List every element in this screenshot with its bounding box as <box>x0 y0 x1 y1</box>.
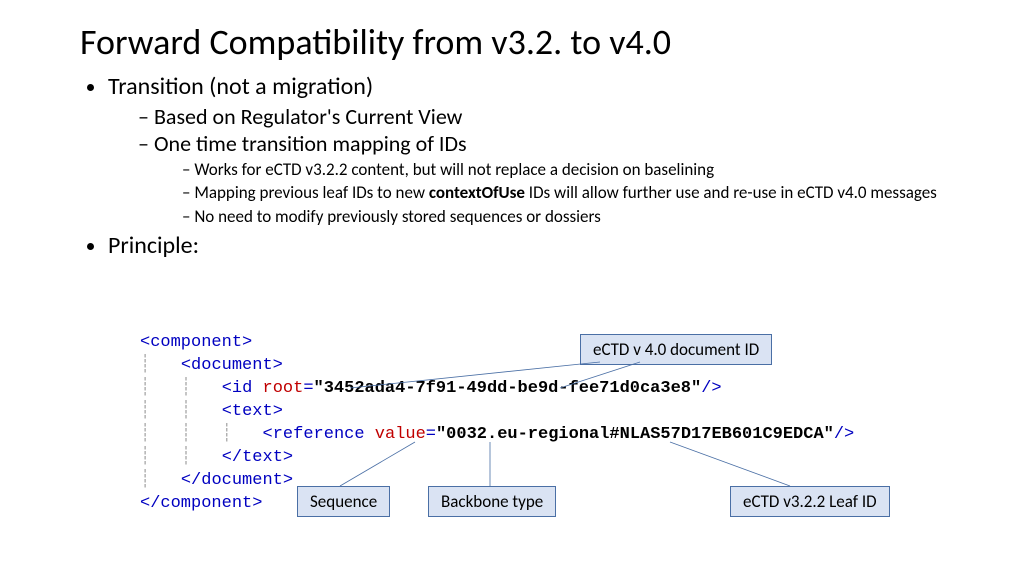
callout-sequence: Sequence <box>297 486 390 517</box>
callout-doc-id: eCTD v 4.0 document ID <box>580 334 772 365</box>
xml-text-open: <text> <box>222 402 283 421</box>
xml-reference-attr: value <box>365 425 426 444</box>
bullet-regulator-view: Based on Regulator's Current View <box>138 103 964 130</box>
xml-id-attr: root <box>252 379 303 398</box>
xml-id-value: "3452ada4-7f91-49dd-be9d-fee71d0ca3e8" <box>314 379 702 398</box>
xml-reference-tag: <reference <box>263 425 365 444</box>
bullet-list: Transition (not a migration) Based on Re… <box>80 72 964 260</box>
callout-leaf-id: eCTD v3.2.2 Leaf ID <box>730 486 890 517</box>
bullet-no-need-modify: No need to modify previously stored sequ… <box>182 206 964 227</box>
xml-document-close: </document> <box>181 471 293 490</box>
callout-backbone: Backbone type <box>428 486 556 517</box>
xml-id-tag: <id <box>222 379 253 398</box>
bullet-principle: Principle: <box>108 231 964 260</box>
xml-ref-val-backbone: eu-regional <box>497 425 609 444</box>
bullet-one-time-mapping: One time transition mapping of IDs Works… <box>138 130 964 227</box>
bullet-transition: Transition (not a migration) Based on Re… <box>108 72 964 227</box>
xml-component-open: <component> <box>140 333 252 352</box>
bullet-works-for: Works for eCTD v3.2.2 content, but will … <box>182 159 964 180</box>
bullet-mapping-ids: Mapping previous leaf IDs to new context… <box>182 182 964 203</box>
xml-document-open: <document> <box>181 356 283 375</box>
xml-component-close: </component> <box>140 494 262 513</box>
xml-ref-val-seq: "0032. <box>436 425 497 444</box>
slide-title: Forward Compatibility from v3.2. to v4.0 <box>80 20 964 64</box>
xml-ref-val-leaf: #NLAS57D17EB601C9EDCA" <box>609 425 833 444</box>
xml-text-close: </text> <box>222 448 293 467</box>
bullet-text: Transition (not a migration) <box>108 72 373 101</box>
